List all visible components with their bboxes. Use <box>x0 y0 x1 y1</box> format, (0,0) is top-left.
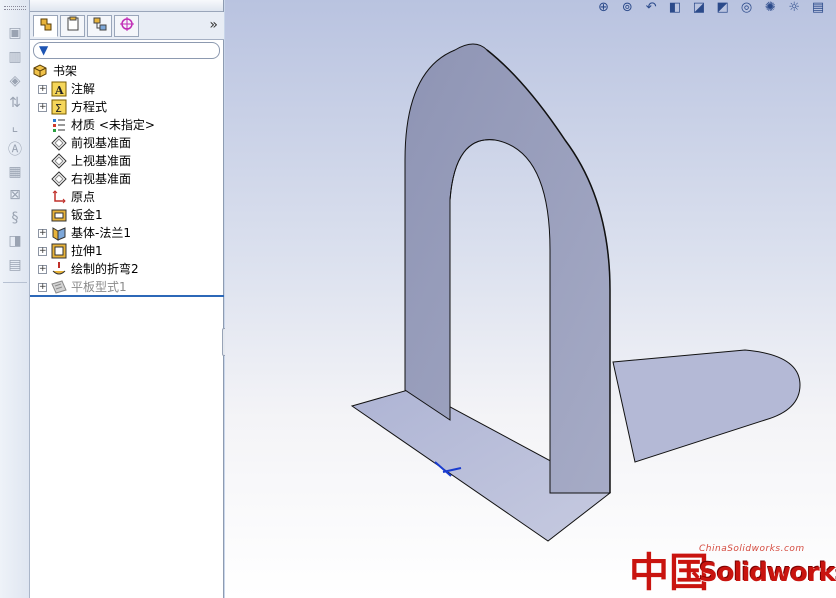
tree-item-equations[interactable]: + Σ 方程式 <box>30 98 224 116</box>
tree-item-label: 原点 <box>71 190 96 204</box>
extruded-boss-icon[interactable]: ▣ <box>5 24 25 42</box>
revolved-boss-icon[interactable]: ▥ <box>5 48 25 66</box>
shell-icon[interactable]: § <box>5 209 25 227</box>
linear-pattern-icon[interactable]: ▦ <box>5 163 25 181</box>
tree-root[interactable]: 书架 <box>30 62 224 80</box>
toolbar-grip[interactable] <box>4 6 26 10</box>
property-manager-icon[interactable] <box>60 15 85 37</box>
flat-pattern-icon <box>51 279 67 295</box>
tree-item-label: 拉伸1 <box>71 244 103 258</box>
part-icon <box>32 63 48 79</box>
fillet-icon[interactable]: ⌞ <box>5 118 25 136</box>
extrude-icon <box>51 243 67 259</box>
tree-item-label: 绘制的折弯2 <box>71 262 139 276</box>
tree-item-material[interactable]: 材质 <未指定> <box>30 116 224 134</box>
origin-icon <box>51 189 67 205</box>
tree-root-label: 书架 <box>53 64 78 78</box>
feature-manager-panel: » ▼ 书架 + A 注解 + Σ 方程式 材质 <未指定> 前视基准面 上视基… <box>30 0 224 598</box>
svg-text:A: A <box>54 84 64 97</box>
tree-item-base-flange[interactable]: + 基体-法兰1 <box>30 224 224 242</box>
graphics-area[interactable]: ⊕ ⊚ ↶ ◧ ◪ ◩ ◎ ✺ ☼ ▤ 中国 ChinaSolidworks.c… <box>225 0 836 598</box>
reference-geometry-icon[interactable]: ▤ <box>5 256 25 274</box>
expand-toggle[interactable]: + <box>38 265 47 274</box>
bookend-part-model[interactable] <box>225 0 836 598</box>
plane-icon <box>51 153 67 169</box>
tree-item-label: 方程式 <box>71 100 108 114</box>
tree-item-sketched-bend[interactable]: + 绘制的折弯2 <box>30 260 224 278</box>
tree-item-flat-pattern[interactable]: + 平板型式1 <box>30 278 224 296</box>
filter-icon: ▼ <box>39 43 49 57</box>
chamfer-icon[interactable]: Ⓐ <box>5 141 25 159</box>
plane-icon <box>51 135 67 151</box>
expand-toggle[interactable]: + <box>38 247 47 256</box>
tree-item-label: 材质 <未指定> <box>71 118 155 132</box>
equations-icon: Σ <box>51 99 67 115</box>
material-icon <box>51 117 67 133</box>
tree-item-top-plane[interactable]: 上视基准面 <box>30 152 224 170</box>
tree-item-extrude[interactable]: + 拉伸1 <box>30 242 224 260</box>
tree-item-annotations[interactable]: + A 注解 <box>30 80 224 98</box>
arch-inner-edge <box>449 139 496 420</box>
watermark-brand: Solidworks <box>699 558 836 588</box>
tree-item-label: 钣金1 <box>71 208 103 222</box>
mirror-icon[interactable]: ◨ <box>5 232 25 250</box>
tree-item-label: 平板型式1 <box>71 280 127 294</box>
tree-item-label: 右视基准面 <box>71 172 132 186</box>
expand-toggle[interactable]: + <box>38 229 47 238</box>
tree-filter-input[interactable]: ▼ <box>33 42 220 59</box>
swept-boss-icon[interactable]: ◈ <box>5 72 25 90</box>
rib-icon[interactable]: ⊠ <box>5 186 25 204</box>
plane-icon <box>51 171 67 187</box>
tree-item-label: 注解 <box>71 82 96 96</box>
rear-tab-face <box>612 349 801 463</box>
expand-toggle[interactable]: + <box>38 85 47 94</box>
sheet-metal-icon <box>51 207 67 223</box>
tree-item-label: 前视基准面 <box>71 136 132 150</box>
lofted-boss-icon[interactable]: ⇅ <box>5 94 25 112</box>
panel-title-bar <box>30 0 223 12</box>
svg-text:Σ: Σ <box>55 102 62 115</box>
expand-toggle[interactable]: + <box>38 283 47 292</box>
strip-separator <box>3 282 27 283</box>
tree-item-label: 上视基准面 <box>71 154 132 168</box>
command-manager-strip: ▣ ▥ ◈ ⇅ ⌞ Ⓐ ▦ ⊠ § ◨ ▤ <box>0 0 30 598</box>
tree-item-origin[interactable]: 原点 <box>30 188 224 206</box>
tree-item-sheet-metal[interactable]: 钣金1 <box>30 206 224 224</box>
watermark-logo: 中国 ChinaSolidworks.com Solidworks <box>627 536 836 596</box>
watermark-url: ChinaSolidworks.com <box>699 544 805 554</box>
rollback-bar[interactable] <box>30 295 224 297</box>
dimxpert-icon[interactable] <box>114 15 139 37</box>
expand-toggle[interactable]: + <box>38 103 47 112</box>
tree-item-label: 基体-法兰1 <box>71 226 131 240</box>
annotations-icon: A <box>51 81 67 97</box>
expand-panel-icon[interactable]: » <box>209 17 218 33</box>
base-flange-icon <box>51 225 67 241</box>
watermark-zh: 中国 <box>629 549 709 596</box>
manager-tabs: » <box>30 12 224 40</box>
tree-item-front-plane[interactable]: 前视基准面 <box>30 134 224 152</box>
sketched-bend-icon <box>51 261 67 277</box>
tree-item-right-plane[interactable]: 右视基准面 <box>30 170 224 188</box>
configuration-icon[interactable] <box>87 15 112 37</box>
feature-tree-icon[interactable] <box>33 15 58 37</box>
